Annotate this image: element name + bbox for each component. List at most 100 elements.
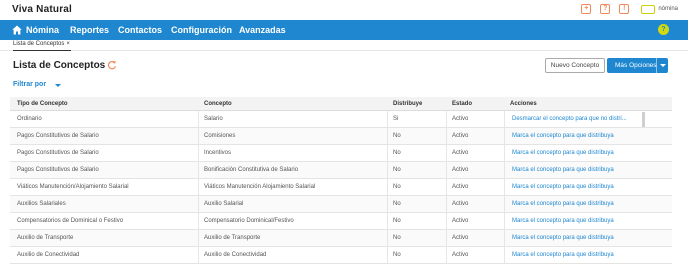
column-divider <box>387 230 388 247</box>
home-icon[interactable] <box>12 25 22 35</box>
cell-concepto: Comisiones <box>204 133 236 139</box>
page-title: Lista de Conceptos <box>13 60 106 71</box>
refresh-icon[interactable] <box>107 60 117 70</box>
column-divider <box>198 213 199 230</box>
column-divider <box>198 179 199 196</box>
new-concept-button[interactable]: Nuevo Concepto <box>545 58 605 73</box>
add-icon[interactable]: + <box>581 4 592 14</box>
nav-reportes[interactable]: Reportes <box>70 20 109 40</box>
column-divider <box>446 230 447 247</box>
cell-distribuye: No <box>393 235 401 241</box>
cell-accion[interactable]: Desmarcar el concepto para que no distri… <box>512 111 640 128</box>
column-divider <box>446 162 447 179</box>
cell-distribuye: No <box>393 252 401 258</box>
column-divider <box>446 179 447 196</box>
nav-configuracion[interactable]: Configuración <box>171 20 232 40</box>
table-row: Auxilios Salariales Auxilio Salarial No Act… <box>10 196 672 213</box>
help-badge-icon[interactable]: ? <box>658 24 669 35</box>
cell-accion[interactable]: Marca el concepto para que distribuya <box>512 230 640 247</box>
cell-accion[interactable]: Marca el concepto para que distribuya <box>512 213 640 230</box>
column-divider <box>198 196 199 213</box>
nav-contactos[interactable]: Contactos <box>118 20 162 40</box>
column-divider <box>387 196 388 213</box>
column-divider <box>504 179 505 196</box>
table-header: Tipo de Concepto Concepto Distribuye Est… <box>10 97 672 111</box>
column-divider <box>446 145 447 162</box>
cell-accion[interactable]: Marca el concepto para que distribuya <box>512 128 640 145</box>
scroll-handle[interactable] <box>642 112 645 127</box>
nav-avanzadas[interactable]: Avanzadas <box>239 20 286 40</box>
cell-accion[interactable]: Marca el concepto para que distribuya <box>512 247 640 264</box>
alert-icon[interactable]: ! <box>619 4 630 14</box>
header-distribuye[interactable]: Distribuye <box>393 97 422 111</box>
close-icon[interactable]: × <box>66 41 70 47</box>
cell-distribuye: No <box>393 133 401 139</box>
chevron-down-icon[interactable] <box>660 64 666 67</box>
cell-tipo: Auxilio de Transporte <box>17 235 74 241</box>
column-divider <box>387 213 388 230</box>
column-divider <box>446 128 447 145</box>
cell-concepto: Auxilio de Conectividad <box>204 252 267 258</box>
cell-accion[interactable]: Marca el concepto para que distribuya <box>512 196 640 213</box>
cell-tipo: Viáticos Manutención/Alojamiento Salaria… <box>17 184 129 190</box>
column-divider <box>198 145 199 162</box>
column-divider <box>446 247 447 264</box>
cell-accion[interactable]: Marca el concepto para que distribuya <box>512 145 640 162</box>
cell-concepto: Compensatorio Dominical/Festivo <box>204 218 294 224</box>
header-tipo[interactable]: Tipo de Concepto <box>17 97 68 111</box>
table-row: Pagos Constitutivos de Salario Bonificaci… <box>10 162 672 179</box>
column-divider <box>198 247 199 264</box>
cell-estado: Activo <box>452 133 469 139</box>
cell-estado: Activo <box>452 252 469 258</box>
filter-chevron-down-icon[interactable] <box>55 84 61 87</box>
cell-distribuye: No <box>393 218 401 224</box>
top-icons: + ? ! nómina <box>572 4 678 14</box>
cell-distribuye: No <box>393 201 401 207</box>
cell-tipo: Pagos Constitutivos de Salario <box>17 167 99 173</box>
table-row: Pagos Constitutivos de Salario Comisiones… <box>10 128 672 145</box>
nav-nomina[interactable]: Nómina <box>26 20 59 40</box>
column-divider <box>504 145 505 162</box>
table-body: Ordinario Salario Si Activo Desmarcar el con… <box>10 111 672 264</box>
table-row: Compensatorios de Dominical o Festivo Com… <box>10 213 672 230</box>
concepts-table: Tipo de Concepto Concepto Distribuye Est… <box>10 97 672 264</box>
more-options-button[interactable]: Más Opciones <box>607 58 668 73</box>
cell-estado: Activo <box>452 201 469 207</box>
tab-strip: Lista de Conceptos × <box>0 40 688 51</box>
cell-estado: Activo <box>452 218 469 224</box>
column-divider <box>198 230 199 247</box>
cell-distribuye: Si <box>393 116 399 122</box>
cell-tipo: Ordinario <box>17 116 42 122</box>
column-divider <box>198 111 199 128</box>
column-divider <box>198 162 199 179</box>
cell-tipo: Auxilio de Conectividad <box>17 252 80 258</box>
tab-lista-conceptos[interactable]: Lista de Conceptos × <box>13 41 71 51</box>
cell-tipo: Auxilios Salariales <box>17 201 66 207</box>
table-row: Ordinario Salario Si Activo Desmarcar el con… <box>10 111 672 128</box>
column-divider <box>504 230 505 247</box>
cell-accion[interactable]: Marca el concepto para que distribuya <box>512 179 640 196</box>
tab-label: Lista de Conceptos <box>13 41 65 47</box>
cell-concepto: Viáticos Manutención Alojamiento Salaria… <box>204 184 316 190</box>
cell-estado: Activo <box>452 235 469 241</box>
help-icon[interactable]: ? <box>600 4 611 14</box>
column-divider <box>504 213 505 230</box>
cell-accion[interactable]: Marca el concepto para que distribuya <box>512 162 640 179</box>
cell-distribuye: No <box>393 150 401 156</box>
cell-estado: Activo <box>452 184 469 190</box>
header-concepto[interactable]: Concepto <box>204 97 232 111</box>
column-divider <box>387 162 388 179</box>
column-divider <box>387 128 388 145</box>
table-row: Viáticos Manutención/Alojamiento Salaria… <box>10 179 672 196</box>
column-divider <box>387 247 388 264</box>
column-divider <box>504 111 505 128</box>
cell-tipo: Compensatorios de Dominical o Festivo <box>17 218 124 224</box>
header-estado[interactable]: Estado <box>452 97 472 111</box>
filter-by-toggle[interactable]: Filtrar por <box>13 81 46 88</box>
cell-tipo: Pagos Constitutivos de Salario <box>17 150 99 156</box>
cell-distribuye: No <box>393 184 401 190</box>
cell-concepto: Auxilio de Transporte <box>204 235 261 241</box>
column-divider <box>198 128 199 145</box>
column-divider <box>387 179 388 196</box>
company-name: Viva Natural <box>12 4 73 15</box>
